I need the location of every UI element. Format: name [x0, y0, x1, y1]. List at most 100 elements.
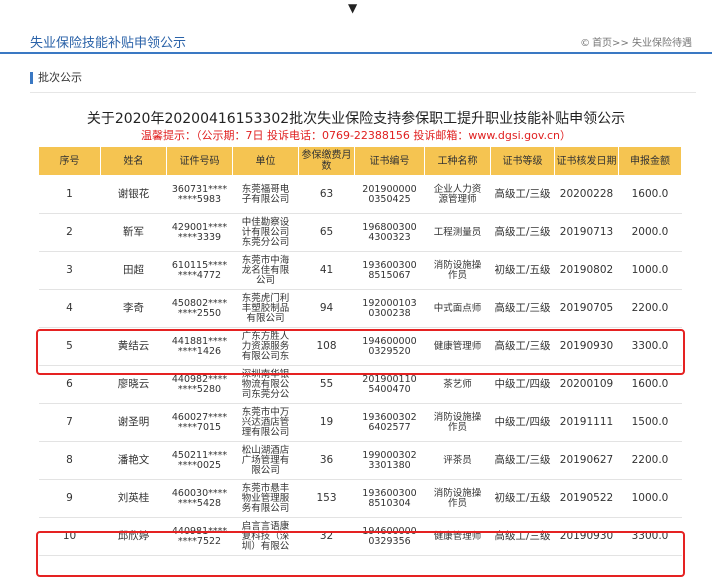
- highlight-box-row-5: [36, 329, 685, 375]
- cell-level: 高级工/三级: [490, 289, 555, 328]
- cell-job: 消防设施操 作员: [424, 251, 491, 290]
- cell-unit-line: 务有限公司: [241, 502, 290, 514]
- cell-id-number: 460030**** ****5428: [166, 479, 233, 518]
- cell-unit-line: 子有限公司: [241, 193, 290, 205]
- cell-name: 谢银花: [100, 175, 167, 214]
- col-header: 证书核发日期: [554, 146, 619, 176]
- table-row: 1 谢银花 360731**** ****5983 东莞福哥电 子有限公司 63 201900…: [38, 175, 682, 214]
- col-header: 姓名: [100, 146, 167, 176]
- cell-id-number-line: ****5428: [177, 497, 222, 509]
- cell-unit-line: 东莞分公司: [241, 236, 290, 248]
- table-row: 8 潘艳文 450211**** ****0025 松山湖酒店 广场管理有 限公司 36 199…: [38, 441, 682, 480]
- table-row: 7 谢圣明 460027**** ****7015 东莞市中万 兴达酒店管 理有限公司 19 1…: [38, 403, 682, 442]
- cell-level: 初级工/五级: [490, 479, 555, 518]
- table-row: 9 刘英桂 460030**** ****5428 东莞市悬丰 物业管理服 务有限公司 153…: [38, 479, 682, 518]
- cell-no: 9: [38, 479, 101, 518]
- down-arrow-icon: ▼: [348, 1, 358, 15]
- cell-no: 2: [38, 213, 101, 252]
- cell-job-line: 源管理师: [438, 193, 477, 205]
- cell-name: 田超: [100, 251, 167, 290]
- cell-id-number-line: ****5280: [177, 383, 222, 395]
- cell-cert-number: 201900000 0350425: [354, 175, 425, 214]
- cell-amount: 1500.0: [618, 403, 682, 442]
- cell-unit: 东莞市中万 兴达酒店管 理有限公司: [232, 403, 299, 442]
- home-icon: ©: [580, 38, 591, 49]
- section-divider: [30, 92, 696, 93]
- cell-months: 153: [298, 479, 355, 518]
- cell-months: 19: [298, 403, 355, 442]
- cell-level: 中级工/四级: [490, 403, 555, 442]
- cell-id-number-line: ****3339: [177, 231, 222, 243]
- cell-name: 谢圣明: [100, 403, 167, 442]
- cell-level: 高级工/三级: [490, 441, 555, 480]
- cell-id-number: 450802**** ****2550: [166, 289, 233, 328]
- cell-job-line: 作员: [447, 269, 467, 281]
- col-header: 申报金额: [618, 146, 682, 176]
- cell-cert-number-line: 6402577: [368, 421, 411, 433]
- cell-amount: 2000.0: [618, 213, 682, 252]
- cell-name: 刘英桂: [100, 479, 167, 518]
- section-title: 批次公示: [30, 72, 82, 84]
- notice-hint: 温馨提示：（公示期：7日 投诉电话：0769-22388156 投诉邮箱：www…: [140, 129, 572, 142]
- cell-unit-line: 有限公司: [246, 312, 285, 324]
- table-row: 3 田超 610115**** ****4772 东莞市中海 龙名佳有限 公司 41 19360…: [38, 251, 682, 290]
- table-header-row: 序号 姓名 证件号码 单位 参保缴费月数 证书编号 工种名称 证书等级 证书核发…: [38, 146, 682, 176]
- cell-issue-date: 20190802: [554, 251, 619, 290]
- cell-months: 63: [298, 175, 355, 214]
- cell-cert-number: 192000103 0300238: [354, 289, 425, 328]
- cell-id-number-line: ****0025: [177, 459, 222, 471]
- notice-title: 关于2020年20200416153302批次失业保险支持参保职工提升职业技能补…: [86, 111, 626, 127]
- cell-issue-date: 20190522: [554, 479, 619, 518]
- breadcrumb[interactable]: © 首页>> 失业保险待遇: [580, 34, 692, 49]
- col-header: 单位: [232, 146, 299, 176]
- cell-job: 企业人力资 源管理师: [424, 175, 491, 214]
- cell-level: 高级工/三级: [490, 213, 555, 252]
- cell-job: 消防设施操 作员: [424, 479, 491, 518]
- cell-amount: 1000.0: [618, 479, 682, 518]
- cell-id-number: 429001**** ****3339: [166, 213, 233, 252]
- cell-cert-number-line: 4300323: [368, 231, 411, 243]
- table-row: 4 李奇 450802**** ****2550 东莞虎门利 丰塑胶制品 有限公司 94 192…: [38, 289, 682, 328]
- cell-id-number-line: ****4772: [177, 269, 222, 281]
- highlight-box-row-10: [36, 531, 685, 577]
- cell-id-number-line: ****7015: [177, 421, 222, 433]
- cell-job: 评茶员: [424, 441, 491, 480]
- cell-name: 李奇: [100, 289, 167, 328]
- cell-job-line: 工程测量员: [433, 226, 482, 238]
- cell-cert-number-line: 8510304: [368, 497, 411, 509]
- col-header: 工种名称: [424, 146, 491, 176]
- cell-id-number: 460027**** ****7015: [166, 403, 233, 442]
- cell-cert-number-line: 3301380: [368, 459, 411, 471]
- cell-unit: 东莞市悬丰 物业管理服 务有限公司: [232, 479, 299, 518]
- cell-unit-line: 限公司: [251, 464, 280, 476]
- cell-issue-date: 20191111: [554, 403, 619, 442]
- breadcrumb-text[interactable]: 首页>> 失业保险待遇: [592, 38, 692, 49]
- cell-amount: 1600.0: [618, 175, 682, 214]
- cell-issue-date: 20200228: [554, 175, 619, 214]
- cell-cert-number-line: 0300238: [368, 307, 411, 319]
- cell-months: 36: [298, 441, 355, 480]
- cell-months: 94: [298, 289, 355, 328]
- cell-id-number: 360731**** ****5983: [166, 175, 233, 214]
- cell-name: 靳军: [100, 213, 167, 252]
- cell-cert-number-line: 0350425: [368, 193, 411, 205]
- cell-cert-number: 193600300 8515067: [354, 251, 425, 290]
- page-header: 失业保险技能补贴申领公示 © 首页>> 失业保险待遇: [0, 26, 712, 54]
- cell-job: 工程测量员: [424, 213, 491, 252]
- cell-level: 高级工/三级: [490, 175, 555, 214]
- cell-issue-date: 20190713: [554, 213, 619, 252]
- cell-no: 1: [38, 175, 101, 214]
- cell-no: 7: [38, 403, 101, 442]
- cell-cert-number: 193600300 8510304: [354, 479, 425, 518]
- cell-unit: 东莞福哥电 子有限公司: [232, 175, 299, 214]
- cell-months: 41: [298, 251, 355, 290]
- cell-unit-line: 理有限公司: [241, 426, 290, 438]
- col-header: 参保缴费月数: [298, 146, 355, 176]
- cell-cert-number: 193600302 6402577: [354, 403, 425, 442]
- cell-cert-number-line: 8515067: [368, 269, 411, 281]
- cell-id-number-line: ****2550: [177, 307, 222, 319]
- cell-job-line: 作员: [447, 421, 467, 433]
- cell-job-line: 茶艺师: [443, 378, 472, 390]
- cell-amount: 1000.0: [618, 251, 682, 290]
- cell-cert-number: 196800300 4300323: [354, 213, 425, 252]
